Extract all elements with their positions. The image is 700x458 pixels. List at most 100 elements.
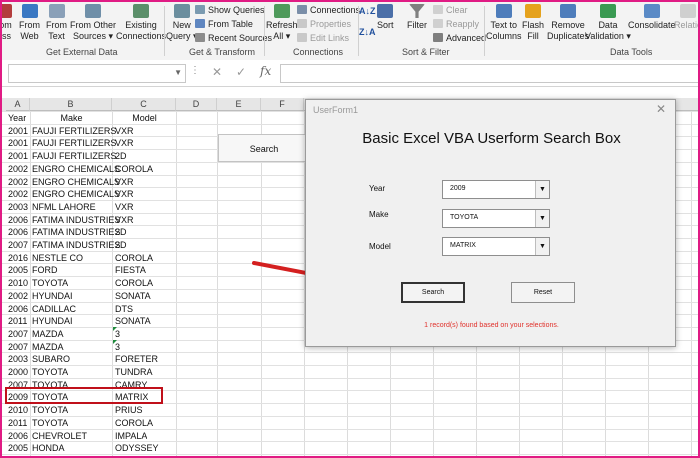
table-cell-year[interactable]: 2002 — [8, 163, 28, 175]
column-header-d[interactable]: D — [176, 98, 217, 111]
table-cell-model[interactable]: PRIUS — [115, 404, 143, 416]
chevron-down-icon[interactable]: ▼ — [535, 210, 549, 227]
from-other-sources-button[interactable]: From Other Sources ▾ — [70, 4, 116, 42]
flash-fill-button[interactable]: Flash Fill — [522, 4, 544, 42]
year-combobox[interactable]: 2009 ▼ — [442, 180, 550, 199]
sort-z-a-button[interactable]: Z↓A — [359, 26, 376, 38]
table-cell-year[interactable]: 2016 — [8, 252, 28, 264]
table-cell-make[interactable]: SUBARO — [32, 353, 70, 365]
clear-button[interactable]: Clear — [433, 4, 468, 16]
table-cell-make[interactable]: FATIMA INDUSTRIES — [32, 214, 120, 226]
edit-links-button[interactable]: Edit Links — [297, 32, 349, 44]
table-cell-model[interactable]: ODYSSEY — [115, 442, 159, 454]
table-cell-model[interactable]: VXR — [115, 137, 134, 149]
table-cell-model[interactable]: TUNDRA — [115, 366, 153, 378]
table-cell-make[interactable]: NESTLE CO — [32, 252, 83, 264]
table-cell-make[interactable]: FATIMA INDUSTRIES — [32, 226, 120, 238]
sort-a-z-button[interactable]: A↓Z — [359, 5, 376, 17]
properties-button[interactable]: Properties — [297, 18, 351, 30]
new-query-button[interactable]: New Query ▾ — [166, 4, 198, 42]
table-cell-year[interactable]: 2006 — [8, 214, 28, 226]
table-cell-make[interactable]: FAUJI FERTILIZERS — [32, 150, 116, 162]
table-cell-year[interactable]: 2001 — [8, 137, 28, 149]
table-cell-model[interactable]: DTS — [115, 303, 133, 315]
table-cell-make[interactable]: TOYOTA — [32, 277, 68, 289]
table-cell-year[interactable]: 2001 — [8, 150, 28, 162]
chevron-down-icon[interactable]: ▼ — [174, 68, 182, 77]
table-cell-model[interactable]: FIESTA — [115, 264, 146, 276]
sort-button[interactable]: Sort — [377, 4, 394, 31]
table-cell-make[interactable]: TOYOTA — [32, 417, 68, 429]
table-cell-year[interactable]: 2000 — [8, 366, 28, 378]
table-cell-year[interactable]: 2002 — [8, 290, 28, 302]
table-cell-year[interactable]: 2007 — [8, 341, 28, 353]
header-cell-model[interactable]: Model — [113, 112, 176, 124]
table-cell-make[interactable]: HYUNDAI — [32, 290, 73, 302]
column-header-a[interactable]: A — [6, 98, 30, 111]
table-cell-year[interactable]: 2006 — [8, 303, 28, 315]
table-cell-make[interactable]: CHEVROLET — [32, 430, 87, 442]
column-header-b[interactable]: B — [30, 98, 112, 111]
table-cell-model[interactable]: VXR — [115, 176, 134, 188]
table-cell-model[interactable]: VXR — [115, 201, 134, 213]
table-cell-year[interactable]: 2006 — [8, 430, 28, 442]
remove-duplicates-button[interactable]: Remove Duplicates — [547, 4, 589, 42]
table-cell-year[interactable]: 2005 — [8, 442, 28, 454]
table-cell-model[interactable]: COROLA — [115, 252, 153, 264]
advanced-button[interactable]: Advanced — [433, 32, 486, 44]
table-cell-make[interactable]: MAZDA — [32, 328, 64, 340]
table-cell-make[interactable]: TOYOTA — [32, 366, 68, 378]
header-cell-year[interactable]: Year — [8, 112, 26, 124]
column-header-f[interactable]: F — [261, 98, 304, 111]
table-cell-year[interactable]: 2011 — [8, 315, 27, 327]
reapply-button[interactable]: Reapply — [433, 18, 479, 30]
table-cell-model[interactable]: COROLA — [115, 163, 153, 175]
table-cell-make[interactable]: CADILLAC — [32, 303, 76, 315]
table-cell-model[interactable]: COROLA — [115, 417, 153, 429]
table-cell-make[interactable]: FAUJI FERTILIZERS — [32, 137, 116, 149]
table-cell-model[interactable]: COROLA — [115, 277, 153, 289]
table-cell-make[interactable]: ENGRO CHEMICALS — [32, 188, 120, 200]
filter-button[interactable]: Filter — [407, 4, 427, 31]
table-cell-make[interactable]: TOYOTA — [32, 404, 68, 416]
table-cell-year[interactable]: 2007 — [8, 239, 28, 251]
insert-function-icon[interactable]: fx — [260, 64, 271, 78]
name-box[interactable]: ▼ — [8, 64, 186, 83]
table-cell-year[interactable]: 2007 — [8, 328, 28, 340]
header-cell-make[interactable]: Make — [31, 112, 112, 124]
column-header-c[interactable]: C — [112, 98, 176, 111]
from-table-button[interactable]: From Table — [195, 18, 253, 30]
model-combobox[interactable]: MATRIX ▼ — [442, 237, 550, 256]
close-icon[interactable]: ✕ — [656, 102, 666, 116]
table-cell-model[interactable]: SONATA — [115, 290, 151, 302]
enter-icon[interactable]: ✓ — [236, 65, 246, 79]
table-cell-year[interactable]: 2006 — [8, 226, 28, 238]
table-cell-make[interactable]: HYUNDAI — [32, 315, 73, 327]
sheet-search-button[interactable]: Search — [218, 134, 310, 162]
table-cell-make[interactable]: MAZDA — [32, 341, 64, 353]
formula-input[interactable] — [280, 64, 698, 83]
data-validation-button[interactable]: Data Validation ▾ — [585, 4, 631, 42]
chevron-down-icon[interactable]: ▼ — [535, 238, 549, 255]
select-all-corner[interactable] — [2, 98, 6, 111]
table-cell-make[interactable]: FORD — [32, 264, 58, 276]
relationships-button[interactable]: Relatio — [674, 4, 698, 31]
table-cell-year[interactable]: 2010 — [8, 404, 28, 416]
table-cell-model[interactable]: FORETER — [115, 353, 158, 365]
column-header-e[interactable]: E — [217, 98, 261, 111]
table-cell-model[interactable]: VXR — [115, 125, 134, 137]
from-text-button[interactable]: From Text — [46, 4, 67, 42]
table-cell-year[interactable]: 2010 — [8, 277, 28, 289]
table-cell-make[interactable]: HONDA — [32, 442, 65, 454]
reset-button[interactable]: Reset — [511, 282, 575, 303]
table-cell-model[interactable]: 2D — [115, 150, 127, 162]
connections-button[interactable]: Connections — [297, 4, 360, 16]
table-cell-year[interactable]: 2001 — [8, 125, 28, 137]
table-cell-year[interactable]: 2005 — [8, 264, 28, 276]
table-cell-model[interactable]: VXR — [115, 214, 134, 226]
table-cell-year[interactable]: 2003 — [8, 353, 28, 365]
text-to-columns-button[interactable]: Text to Columns — [486, 4, 522, 42]
existing-connections-button[interactable]: Existing Connections — [116, 4, 166, 42]
table-cell-model[interactable]: 2D — [115, 239, 127, 251]
table-cell-make[interactable]: FAUJI FERTILIZERS — [32, 125, 116, 137]
